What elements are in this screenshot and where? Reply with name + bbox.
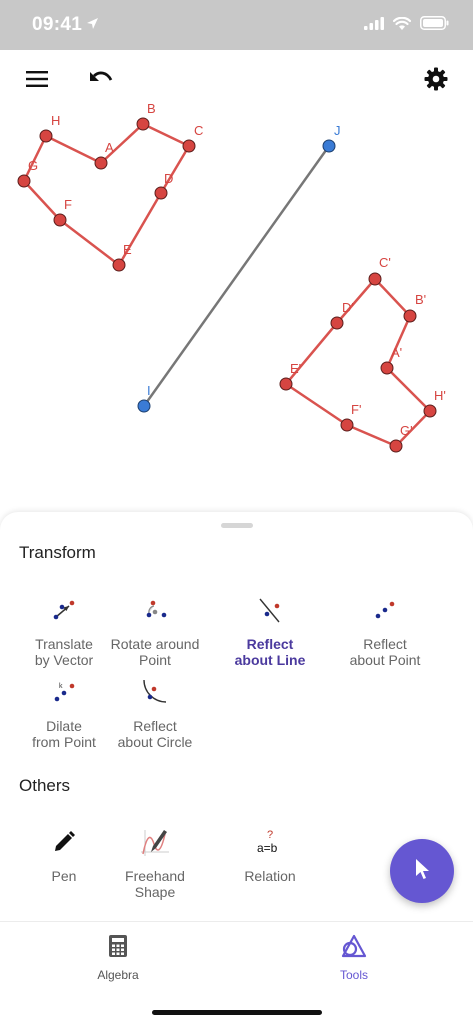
tool-reflect-about-line[interactable]: Reflect about Line <box>215 590 325 668</box>
point-c-prime[interactable] <box>368 272 382 286</box>
point-d-prime[interactable] <box>330 316 344 330</box>
nav-item-algebra[interactable]: Algebra <box>68 934 168 982</box>
dilate-icon: k <box>44 672 84 712</box>
tool-freehand-shape[interactable]: Freehand Shape <box>100 822 210 900</box>
point-b[interactable] <box>136 117 150 131</box>
relation-icon: ? a=b <box>250 822 290 862</box>
point-e[interactable] <box>112 258 126 272</box>
point-c[interactable] <box>182 139 196 153</box>
point-a[interactable] <box>94 156 108 170</box>
point-f[interactable] <box>53 213 67 227</box>
point-j[interactable] <box>322 139 336 153</box>
nav-label-algebra: Algebra <box>97 968 139 982</box>
point-b-prime[interactable] <box>403 309 417 323</box>
label-h: H <box>51 113 60 128</box>
tool-label: Reflect about Circle <box>117 718 193 750</box>
point-h[interactable] <box>39 129 53 143</box>
reflect-circle-icon <box>135 672 175 712</box>
point-d[interactable] <box>154 186 168 200</box>
home-indicator[interactable] <box>152 1010 322 1015</box>
label-d-prime: D' <box>342 300 354 315</box>
label-c-prime: C' <box>379 255 391 270</box>
tools-icon <box>341 934 367 963</box>
tool-rotate-around-point[interactable]: Rotate around Point <box>100 590 210 668</box>
label-e-prime: E' <box>290 361 301 376</box>
nav-label-tools: Tools <box>339 968 368 982</box>
label-e: E <box>123 242 132 257</box>
tool-label: Dilate from Point <box>32 718 96 750</box>
translate-vector-icon <box>44 590 84 630</box>
freehand-icon <box>135 822 175 862</box>
label-g: G <box>28 158 38 173</box>
tool-label: Relation <box>244 868 296 884</box>
wifi-icon <box>392 16 412 35</box>
graphics-canvas[interactable]: A B C D E F G H A' B' C' D' E' F' G' H' … <box>0 50 473 515</box>
svg-text:k: k <box>59 683 63 690</box>
pen-icon <box>44 822 84 862</box>
svg-text:a=b: a=b <box>257 841 278 855</box>
rotate-point-icon <box>135 590 175 630</box>
reflect-line-icon <box>250 590 290 630</box>
reflect-point-icon <box>365 590 405 630</box>
svg-text:?: ? <box>267 829 273 841</box>
point-i[interactable] <box>137 399 151 413</box>
location-icon <box>86 17 99 35</box>
tool-label: Pen <box>51 868 77 884</box>
point-g[interactable] <box>17 174 31 188</box>
label-f-prime: F' <box>351 402 361 417</box>
label-c: C <box>194 123 203 138</box>
tool-label: Translate by Vector <box>34 636 94 668</box>
nav-item-tools[interactable]: Tools <box>304 934 404 982</box>
label-f: F <box>64 197 72 212</box>
label-a-prime: A' <box>391 345 402 360</box>
reflected-polygon[interactable] <box>284 277 432 448</box>
label-i: I <box>147 383 151 398</box>
transform-section-title: Transform <box>19 543 96 562</box>
label-d: D <box>164 171 173 186</box>
point-g-prime[interactable] <box>389 439 403 453</box>
tool-label: Rotate around Point <box>110 636 200 668</box>
bottom-navigation: Algebra Tools <box>0 921 473 1024</box>
label-j: J <box>334 123 341 138</box>
sheet-drag-handle[interactable] <box>221 523 253 528</box>
tool-relation[interactable]: ? a=b Relation <box>215 822 325 884</box>
status-time: 09:41 <box>32 14 83 35</box>
calculator-icon <box>108 934 128 963</box>
label-b-prime: B' <box>415 292 426 307</box>
battery-icon <box>420 16 449 35</box>
point-e-prime[interactable] <box>279 377 293 391</box>
status-bar: 09:41 <box>0 0 473 50</box>
label-h-prime: H' <box>434 388 446 403</box>
point-a-prime[interactable] <box>380 361 394 375</box>
point-f-prime[interactable] <box>340 418 354 432</box>
tool-label: Reflect about Point <box>349 636 421 668</box>
cellular-signal-icon <box>364 16 384 35</box>
label-a: A <box>105 140 114 155</box>
tool-label: Freehand Shape <box>125 868 185 900</box>
label-g-prime: G' <box>400 423 413 438</box>
cursor-icon <box>412 857 432 886</box>
tool-reflect-about-point[interactable]: Reflect about Point <box>330 590 440 668</box>
others-section-title: Others <box>19 776 71 795</box>
point-h-prime[interactable] <box>423 404 437 418</box>
label-b: B <box>147 101 156 116</box>
tool-label: Reflect about Line <box>234 636 306 668</box>
move-tool-fab[interactable] <box>390 839 454 903</box>
tool-reflect-about-circle[interactable]: Reflect about Circle <box>100 672 210 750</box>
